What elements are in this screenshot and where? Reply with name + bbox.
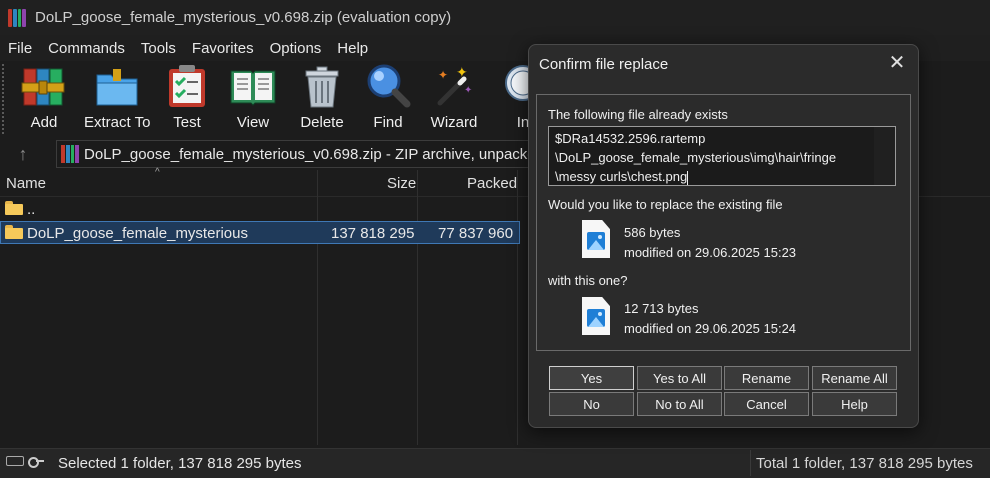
close-icon[interactable]: ✕ bbox=[886, 52, 908, 74]
new-file-size: 12 713 bytes bbox=[624, 301, 699, 316]
dialog-title: Confirm file replace bbox=[539, 56, 669, 73]
yes-to-all-button[interactable]: Yes to All bbox=[637, 366, 722, 390]
magnifier-icon bbox=[364, 63, 412, 109]
row-name: DoLP_goose_female_mysterious bbox=[27, 225, 248, 242]
status-divider bbox=[750, 450, 751, 476]
key-icon bbox=[28, 456, 44, 468]
image-file-icon bbox=[582, 297, 610, 335]
archive-path-field[interactable]: DoLP_goose_female_mysterious_v0.698.zip … bbox=[56, 140, 536, 168]
status-selected: Selected 1 folder, 137 818 295 bytes bbox=[58, 455, 302, 472]
column-packed[interactable]: Packed bbox=[467, 175, 517, 192]
no-to-all-button[interactable]: No to All bbox=[637, 392, 722, 416]
menu-commands[interactable]: Commands bbox=[40, 40, 133, 57]
textbox-scrollbar[interactable] bbox=[874, 127, 895, 185]
view-button[interactable]: View bbox=[229, 63, 277, 133]
keyboard-icon bbox=[6, 456, 24, 466]
new-file-modified: modified on 29.06.2025 15:24 bbox=[624, 321, 797, 336]
winrar-app-icon bbox=[8, 8, 26, 27]
yes-button[interactable]: Yes bbox=[549, 366, 634, 390]
folder-icon bbox=[5, 225, 23, 239]
add-label: Add bbox=[30, 114, 58, 131]
archive-icon bbox=[61, 145, 79, 163]
existing-file-size: 586 bytes bbox=[624, 225, 681, 240]
extract-to-button[interactable]: Extract To bbox=[84, 63, 150, 133]
row-name: .. bbox=[27, 201, 36, 218]
wizard-label: Wizard bbox=[430, 114, 478, 131]
archive-path-text: DoLP_goose_female_mysterious_v0.698.zip … bbox=[84, 145, 536, 163]
sort-ascending-icon: ^ bbox=[155, 167, 160, 178]
test-label: Test bbox=[173, 114, 201, 131]
column-size[interactable]: Size bbox=[387, 175, 416, 192]
cancel-button[interactable]: Cancel bbox=[724, 392, 809, 416]
path-line: \DoLP_goose_female_mysterious\img\hair\f… bbox=[555, 150, 837, 165]
open-book-icon bbox=[229, 63, 277, 109]
test-button[interactable]: Test bbox=[163, 63, 211, 133]
folder-extract-icon bbox=[93, 63, 141, 109]
parent-folder-row[interactable]: .. bbox=[0, 198, 520, 221]
svg-text:✦: ✦ bbox=[464, 85, 472, 96]
window-title: DoLP_goose_female_mysterious_v0.698.zip … bbox=[35, 9, 452, 26]
svg-text:✦: ✦ bbox=[456, 65, 468, 81]
checklist-icon bbox=[163, 63, 211, 109]
svg-text:✦: ✦ bbox=[438, 68, 448, 82]
up-arrow-icon[interactable]: ↑ bbox=[12, 143, 34, 165]
wizard-button[interactable]: ✦ ✦ ✦ Wizard bbox=[430, 63, 478, 133]
image-file-icon bbox=[582, 220, 610, 258]
menu-file[interactable]: File bbox=[0, 40, 40, 57]
exists-label: The following file already exists bbox=[548, 107, 728, 122]
extract-to-label: Extract To bbox=[84, 114, 151, 131]
menu-help[interactable]: Help bbox=[329, 40, 376, 57]
status-icons bbox=[6, 456, 44, 468]
rename-all-button[interactable]: Rename All bbox=[812, 366, 897, 390]
trash-can-icon bbox=[298, 63, 346, 109]
menu-tools[interactable]: Tools bbox=[133, 40, 184, 57]
existing-file-modified: modified on 29.06.2025 15:23 bbox=[624, 245, 797, 260]
table-row-selected[interactable]: DoLP_goose_female_mysterious 137 818 295… bbox=[0, 221, 520, 244]
with-label: with this one? bbox=[548, 273, 628, 288]
status-total: Total 1 folder, 137 818 295 bytes bbox=[756, 455, 973, 472]
help-button[interactable]: Help bbox=[812, 392, 897, 416]
find-label: Find bbox=[373, 114, 403, 131]
row-packed: 77 837 960 bbox=[438, 225, 514, 242]
toolbar-grip[interactable] bbox=[2, 64, 6, 134]
archive-books-icon bbox=[20, 63, 68, 109]
no-button[interactable]: No bbox=[549, 392, 634, 416]
rename-button[interactable]: Rename bbox=[724, 366, 809, 390]
path-line: $DRa14532.2596.rartemp bbox=[555, 131, 706, 146]
file-path-textbox[interactable]: $DRa14532.2596.rartemp \DoLP_goose_femal… bbox=[548, 126, 896, 186]
menu-options[interactable]: Options bbox=[262, 40, 330, 57]
path-line: \messy curls\chest.png bbox=[555, 169, 689, 185]
find-button[interactable]: Find bbox=[364, 63, 412, 133]
magic-wand-icon: ✦ ✦ ✦ bbox=[430, 63, 478, 109]
delete-label: Delete bbox=[300, 114, 344, 131]
column-name[interactable]: Name bbox=[6, 175, 46, 192]
view-label: View bbox=[236, 114, 270, 131]
folder-icon bbox=[5, 201, 23, 215]
title-bar: DoLP_goose_female_mysterious_v0.698.zip … bbox=[0, 0, 990, 35]
delete-button[interactable]: Delete bbox=[298, 63, 346, 133]
row-size: 137 818 295 bbox=[331, 225, 415, 242]
replace-question: Would you like to replace the existing f… bbox=[548, 197, 783, 212]
add-button[interactable]: Add bbox=[20, 63, 68, 133]
menu-favorites[interactable]: Favorites bbox=[184, 40, 262, 57]
text-caret bbox=[687, 170, 689, 185]
